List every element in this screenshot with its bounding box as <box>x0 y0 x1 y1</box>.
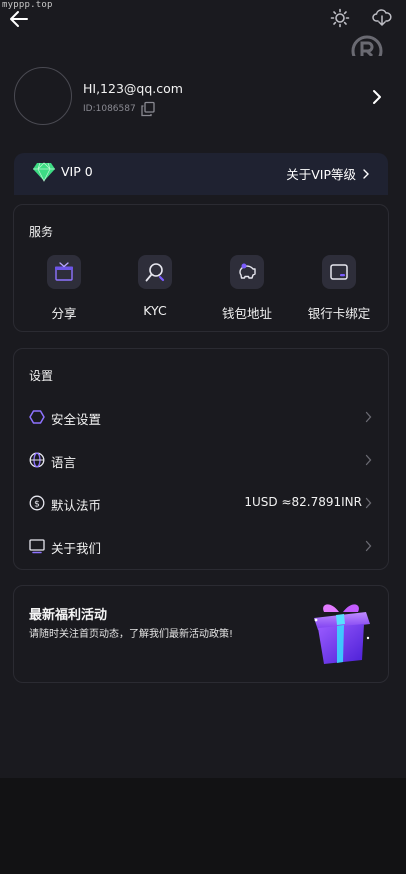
chevron-right-icon <box>365 411 372 423</box>
chevron-right-icon <box>365 454 372 466</box>
promo-title: 最新福利活动 <box>29 608 108 623</box>
arrow-left-icon[interactable] <box>8 8 30 30</box>
service-label: 银行卡绑定 <box>307 306 371 321</box>
registered-mark-icon <box>351 35 383 56</box>
vip-info-label: 关于VIP等级 <box>286 167 356 182</box>
gift-icon <box>47 255 81 289</box>
settings-item-default-currency[interactable]: $ 默认法币 1USD ≈82.7891INR <box>14 486 390 520</box>
chevron-right-icon <box>363 168 369 179</box>
promo-card[interactable]: 最新福利活动 请随时关注首页动态，了解我们最新活动政策! <box>13 585 389 683</box>
settings-item-label: 关于我们 <box>51 541 102 556</box>
user-id-row: ID:1086587 <box>83 101 156 117</box>
settings-item-label: 语言 <box>51 455 77 470</box>
cloud-download-icon[interactable] <box>372 7 392 27</box>
monitor-icon <box>29 539 45 554</box>
user-id: ID:1086587 <box>83 104 136 114</box>
chevron-right-icon <box>365 540 372 552</box>
chevron-right-icon <box>365 497 372 509</box>
diamond-icon <box>33 162 55 182</box>
svg-text:$: $ <box>34 500 40 510</box>
settings-title: 设置 <box>29 369 54 383</box>
vip-level: VIP 0 <box>61 164 93 179</box>
vip-card[interactable]: VIP 0 关于VIP等级 <box>14 153 388 195</box>
service-bank-card[interactable]: 银行卡绑定 <box>299 255 379 322</box>
service-kyc[interactable]: KYC <box>115 255 195 318</box>
promo-subtitle: 请随时关注首页动态，了解我们最新活动政策! <box>29 629 234 640</box>
globe-icon <box>29 452 45 468</box>
copy-icon[interactable] <box>140 101 156 117</box>
settings-item-security[interactable]: 安全设置 <box>14 400 390 434</box>
service-label: 钱包地址 <box>221 306 272 321</box>
service-label: KYC <box>143 303 167 318</box>
settings-item-label: 安全设置 <box>51 412 102 427</box>
vip-info-link[interactable]: 关于VIP等级 <box>286 164 370 183</box>
services-card: 服务 分享 KYC 钱包地址 银行卡绑定 <box>13 204 389 332</box>
sun-icon[interactable] <box>330 8 350 28</box>
service-label: 分享 <box>51 306 77 321</box>
shield-hexagon-icon <box>29 410 45 424</box>
service-wallet-address[interactable]: 钱包地址 <box>207 255 287 322</box>
settings-item-about-us[interactable]: 关于我们 <box>14 529 390 563</box>
service-share[interactable]: 分享 <box>24 255 104 322</box>
avatar[interactable] <box>14 67 72 125</box>
currency-rate-value: 1USD ≈82.7891INR <box>244 495 362 509</box>
settings-item-label: 默认法币 <box>51 498 102 513</box>
settings-card: 设置 安全设置 语言 $ 默认法币 1USD ≈82.7891INR 关于我们 <box>13 348 389 570</box>
wallet-card-icon <box>322 255 356 289</box>
top-bar <box>0 0 406 60</box>
dollar-coin-icon: $ <box>29 495 45 511</box>
gift-box-icon <box>314 604 370 664</box>
app-screen: myppp.top HI,123@qq.com ID:1086587 VIP 0… <box>0 0 406 778</box>
user-verify-icon <box>138 255 172 289</box>
username: HI,123@qq.com <box>83 81 183 96</box>
piggy-bank-icon <box>230 255 264 289</box>
profile-section[interactable]: HI,123@qq.com ID:1086587 <box>14 67 394 127</box>
chevron-right-icon[interactable] <box>370 88 384 106</box>
services-title: 服务 <box>29 225 54 239</box>
settings-item-language[interactable]: 语言 <box>14 443 390 477</box>
